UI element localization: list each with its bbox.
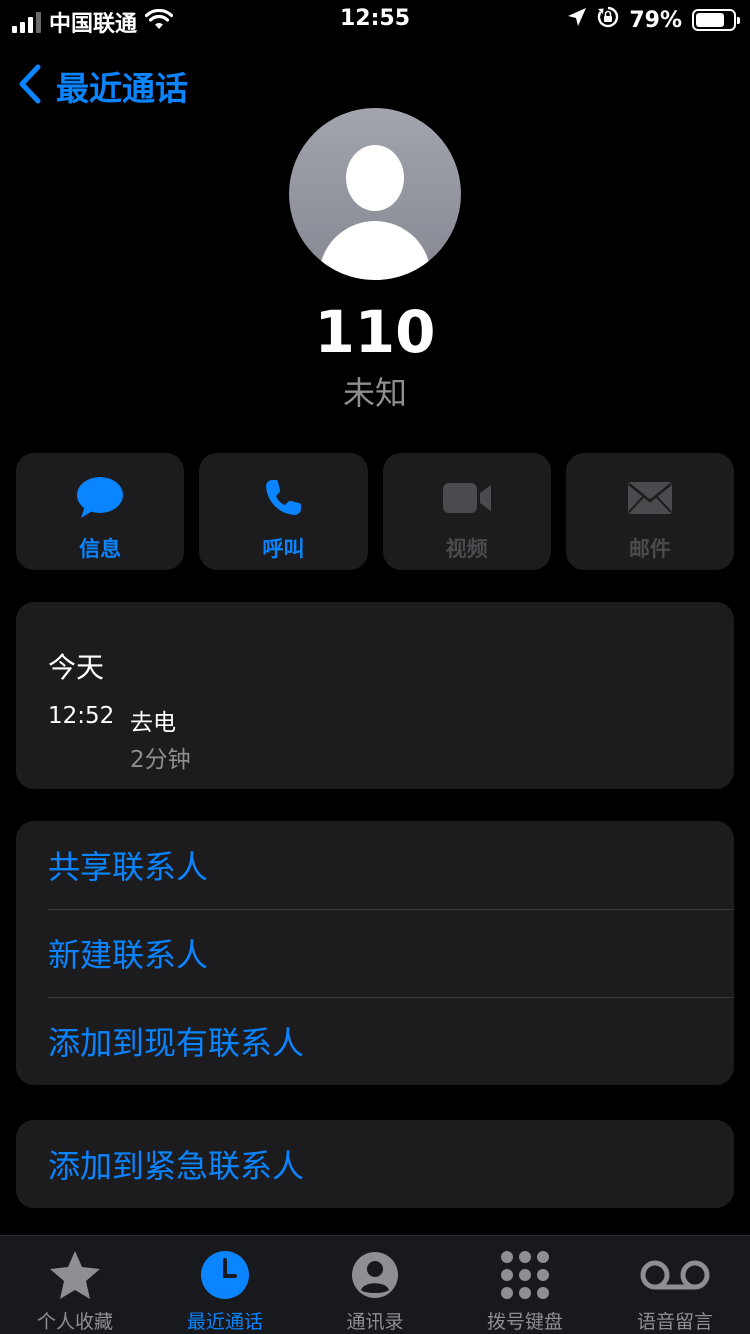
orientation-lock-icon [597,6,619,34]
mail-icon [627,475,673,521]
tab-voicemail[interactable]: 语音留言 [600,1236,750,1334]
battery-percent: 79% [629,7,682,33]
tab-label: 个人收藏 [36,1311,113,1333]
contacts-icon [350,1248,400,1301]
status-bar: 中国联通 12:55 79% [0,0,750,42]
battery-fill [696,13,725,27]
battery-icon [692,9,740,31]
location-arrow-icon [567,7,587,33]
call-history-card: 今天 12:52 去电 2分钟 [16,602,734,789]
back-button[interactable]: 最近通话 [18,62,188,110]
action-buttons: 信息 呼叫 视频 邮件 [16,453,734,570]
avatar-shoulders [319,221,431,280]
tab-favorites[interactable]: 个人收藏 [0,1236,150,1334]
add-to-existing-contact-button[interactable]: 添加到现有联系人 [16,997,734,1085]
emergency-group: 添加到紧急联系人 [16,1120,734,1208]
back-label: 最近通话 [56,69,188,108]
share-contact-button[interactable]: 共享联系人 [16,821,734,909]
status-right: 79% [567,6,740,34]
tab-label: 拨号键盘 [486,1311,563,1333]
tab-contacts[interactable]: 通讯录 [300,1236,450,1334]
call-button[interactable]: 呼叫 [199,453,368,570]
star-icon [48,1248,102,1301]
clock-icon [200,1248,250,1301]
tab-bar: 个人收藏 最近通话 通讯录 拨号键盘 语音留言 [0,1235,750,1334]
call-label: 呼叫 [262,537,305,561]
chevron-left-icon [18,64,42,108]
new-contact-button[interactable]: 新建联系人 [16,909,734,997]
tab-recents[interactable]: 最近通话 [150,1236,300,1334]
history-duration: 2分钟 [130,747,191,773]
message-label: 信息 [79,537,122,561]
message-button[interactable]: 信息 [16,453,185,570]
contact-number: 110 [314,298,436,366]
message-icon [76,475,124,521]
video-icon [442,475,492,521]
history-call-type: 去电 [130,710,176,736]
contact-avatar [289,108,461,280]
tab-label: 语音留言 [636,1311,713,1333]
mail-label: 邮件 [628,537,671,561]
mail-button[interactable]: 邮件 [565,453,734,570]
tab-label: 通讯录 [346,1311,404,1333]
contact-options-group: 共享联系人 新建联系人 添加到现有联系人 [16,821,734,1085]
video-label: 视频 [445,537,488,561]
voicemail-icon [639,1248,711,1301]
keypad-icon [499,1248,551,1301]
tab-keypad[interactable]: 拨号键盘 [450,1236,600,1334]
phone-icon [263,475,303,521]
history-time: 12:52 [48,703,115,729]
history-day: 今天 [48,651,105,684]
avatar-head [346,145,404,211]
tab-label: 最近通话 [186,1311,263,1333]
video-button[interactable]: 视频 [382,453,551,570]
contact-subtitle: 未知 [342,374,407,412]
add-to-emergency-contact-button[interactable]: 添加到紧急联系人 [16,1120,734,1208]
